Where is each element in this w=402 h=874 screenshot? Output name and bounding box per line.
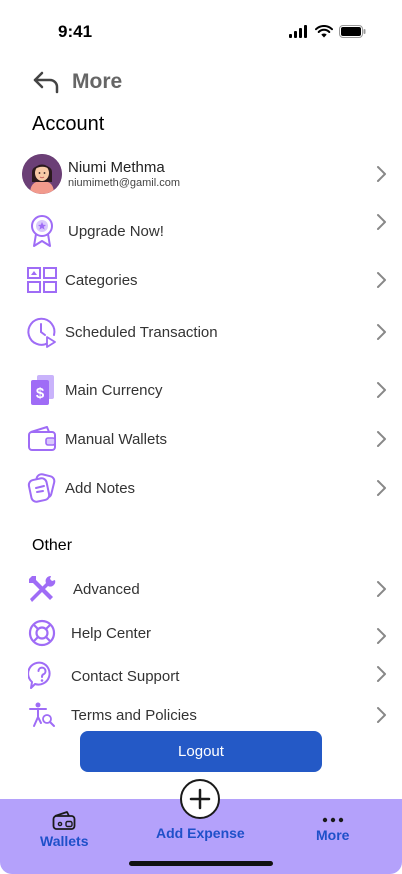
profile-name: Niumi Methma [68, 159, 165, 176]
status-time: 9:41 [58, 22, 93, 41]
badge-icon [22, 211, 62, 251]
chevron-right-icon [377, 382, 386, 398]
accessibility-search-icon [22, 695, 62, 735]
menu-item-label: Advanced [73, 580, 140, 598]
nav-more[interactable]: More [316, 817, 349, 843]
menu-item-contact-support[interactable]: Contact Support [22, 656, 392, 696]
section-title-other: Other [32, 537, 73, 554]
section-title-account: Account [32, 113, 105, 135]
chevron-right-icon [377, 581, 386, 597]
tools-icon [22, 569, 62, 609]
back-arrow-icon[interactable] [32, 70, 60, 94]
chevron-right-icon [377, 480, 386, 496]
menu-item-label: Add Notes [65, 479, 136, 497]
nav-add-expense[interactable]: Add Expense [156, 779, 245, 841]
profile-email: niumimeth@gamil.com [68, 177, 181, 189]
chevron-right-icon [377, 272, 386, 288]
wifi-icon [315, 25, 333, 38]
nav-add-expense-label: Add Expense [156, 825, 245, 841]
chevron-right-icon [377, 324, 386, 340]
svg-text:$: $ [36, 385, 45, 402]
menu-item-terms-policies[interactable]: Terms and Policies [22, 697, 392, 733]
menu-item-label: Main Currency [65, 381, 163, 399]
menu-item-label: Manual Wallets [65, 430, 167, 448]
currency-icon: $ [22, 370, 62, 410]
menu-item-label: Contact Support [71, 667, 180, 685]
menu-item-manual-wallets[interactable]: Manual Wallets [22, 419, 392, 459]
menu-item-scheduled-transaction[interactable]: Scheduled Transaction [22, 312, 392, 352]
menu-item-label: Help Center [71, 624, 152, 642]
logout-button[interactable]: Logout [80, 731, 322, 772]
nav-wallets[interactable]: Wallets [40, 811, 89, 849]
profile-row[interactable]: Niumi Methma niumimeth@gamil.com [22, 153, 392, 195]
menu-item-categories[interactable]: Categories [22, 260, 392, 300]
menu-item-upgrade[interactable]: Upgrade Now! [22, 209, 392, 253]
more-dots-icon [322, 817, 343, 823]
page-header: More [32, 70, 122, 94]
chevron-right-icon [377, 431, 386, 447]
cellular-signal-icon [289, 25, 307, 38]
nav-more-label: More [316, 827, 350, 843]
menu-item-help-center[interactable]: Help Center [22, 613, 392, 653]
wallet-icon [52, 811, 76, 830]
plus-icon [180, 779, 221, 819]
notes-icon [22, 468, 62, 508]
lifebuoy-icon [22, 613, 62, 653]
chevron-right-icon [377, 707, 386, 723]
chevron-right-icon [377, 214, 386, 231]
grid-icon [22, 260, 62, 300]
chevron-right-icon [377, 166, 386, 182]
menu-item-main-currency[interactable]: $ Main Currency [22, 368, 392, 412]
avatar [22, 154, 62, 194]
clock-play-icon [22, 312, 62, 352]
home-indicator[interactable] [129, 861, 273, 866]
chevron-right-icon [377, 666, 386, 683]
menu-item-label: Upgrade Now! [68, 222, 164, 240]
chevron-right-icon [377, 628, 386, 645]
menu-item-label: Scheduled Transaction [65, 323, 218, 341]
question-icon [22, 656, 62, 696]
battery-icon [339, 25, 366, 38]
nav-wallets-label: Wallets [40, 833, 89, 849]
status-bar: 9:41 [0, 0, 402, 54]
status-icons [289, 25, 366, 38]
menu-item-label: Categories [65, 271, 138, 289]
wallet-icon [22, 419, 62, 459]
page-title: More [72, 70, 123, 93]
menu-item-add-notes[interactable]: Add Notes [22, 468, 392, 508]
menu-item-label: Terms and Policies [71, 706, 197, 724]
menu-item-advanced[interactable]: Advanced [22, 569, 392, 609]
